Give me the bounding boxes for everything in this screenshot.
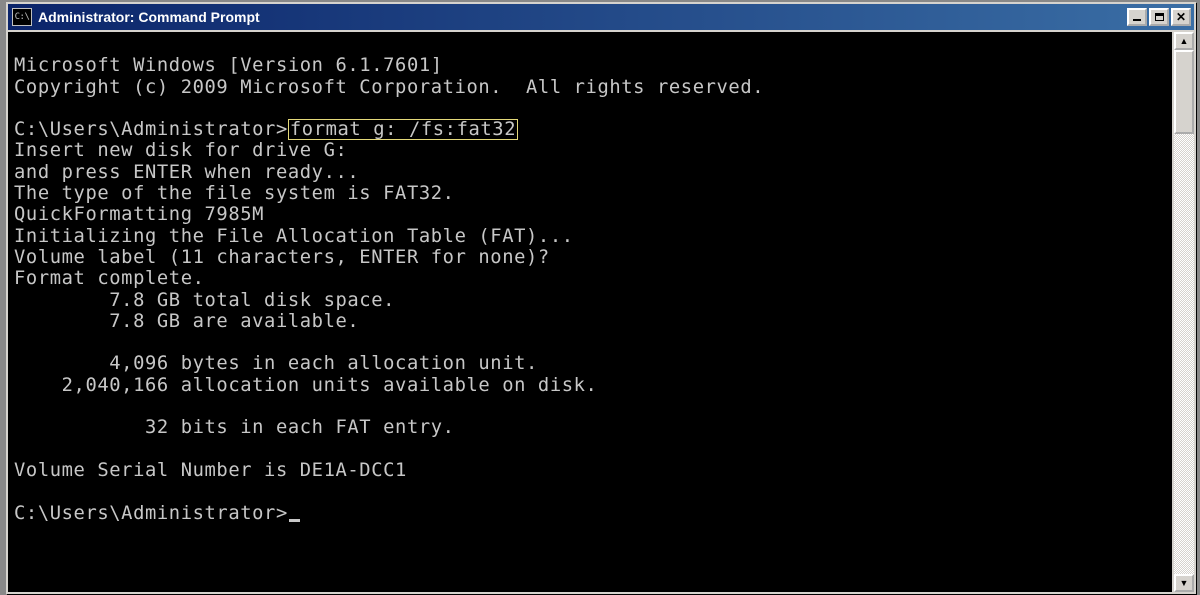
output-line: 7.8 GB are available.	[14, 311, 359, 332]
output-line: and press ENTER when ready...	[14, 162, 359, 183]
output-line: Volume label (11 characters, ENTER for n…	[14, 247, 550, 268]
output-line: Format complete.	[14, 268, 205, 289]
vertical-scrollbar[interactable]: ▲ ▼	[1172, 32, 1194, 592]
cursor-icon	[289, 519, 300, 522]
output-line: 7.8 GB total disk space.	[14, 290, 395, 311]
output-line: Initializing the File Allocation Table (…	[14, 226, 574, 247]
scroll-down-button[interactable]: ▼	[1174, 574, 1194, 592]
command-prompt-window: C:\ Administrator: Command Prompt ✕ Micr…	[6, 2, 1196, 594]
prompt-text: C:\Users\Administrator>	[14, 503, 288, 524]
scrollbar-thumb[interactable]	[1174, 50, 1194, 134]
output-line: The type of the file system is FAT32.	[14, 183, 455, 204]
highlighted-command: format g: /fs:fat32	[288, 119, 518, 140]
window-title: Administrator: Command Prompt	[38, 9, 1127, 25]
output-line: 2,040,166 allocation units available on …	[14, 375, 597, 396]
client-area: Microsoft Windows [Version 6.1.7601] Cop…	[8, 30, 1194, 592]
output-line: 32 bits in each FAT entry.	[14, 417, 455, 438]
output-line: QuickFormatting 7985M	[14, 204, 264, 225]
maximize-button[interactable]	[1149, 8, 1169, 26]
output-line: Microsoft Windows [Version 6.1.7601]	[14, 55, 443, 76]
output-line: Volume Serial Number is DE1A-DCC1	[14, 460, 407, 481]
minimize-button[interactable]	[1127, 8, 1147, 26]
titlebar[interactable]: C:\ Administrator: Command Prompt ✕	[8, 4, 1194, 30]
system-menu-icon[interactable]: C:\	[12, 8, 32, 26]
window-control-buttons: ✕	[1127, 8, 1191, 26]
output-line: Copyright (c) 2009 Microsoft Corporation…	[14, 77, 764, 98]
close-button[interactable]: ✕	[1171, 8, 1191, 26]
terminal-output[interactable]: Microsoft Windows [Version 6.1.7601] Cop…	[8, 32, 1172, 592]
scroll-up-button[interactable]: ▲	[1174, 32, 1194, 50]
output-line: Insert new disk for drive G:	[14, 140, 347, 161]
output-line: 4,096 bytes in each allocation unit.	[14, 353, 538, 374]
scrollbar-track[interactable]	[1174, 50, 1194, 574]
prompt-text: C:\Users\Administrator>	[14, 119, 288, 140]
